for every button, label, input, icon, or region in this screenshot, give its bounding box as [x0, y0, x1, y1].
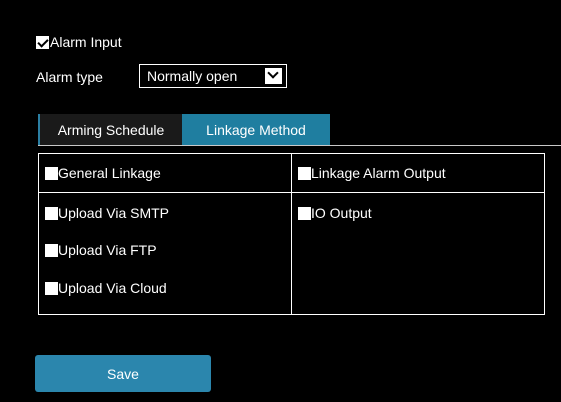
general-linkage-label: General Linkage — [58, 165, 161, 181]
checkbox-icon[interactable] — [298, 166, 311, 180]
general-linkage-checkbox[interactable]: General Linkage — [45, 165, 161, 181]
checkbox-icon[interactable] — [45, 206, 58, 220]
checkbox-icon[interactable] — [298, 206, 311, 220]
upload-smtp-checkbox[interactable]: Upload Via SMTP — [45, 205, 169, 221]
checkbox-icon[interactable] — [45, 243, 58, 257]
alarm-type-label: Alarm type — [36, 69, 103, 85]
upload-smtp-label: Upload Via SMTP — [58, 205, 170, 221]
tab-arming-schedule[interactable]: Arming Schedule — [38, 114, 182, 146]
linkage-alarm-output-checkbox[interactable]: Linkage Alarm Output — [298, 165, 446, 181]
upload-cloud-label: Upload Via Cloud — [58, 280, 167, 296]
tab-divider — [38, 145, 561, 146]
alarm-input-label: Alarm Input — [50, 34, 122, 50]
alarm-input-check-icon[interactable] — [36, 35, 49, 49]
io-output-checkbox[interactable]: IO Output — [298, 205, 372, 221]
chevron-down-icon[interactable] — [265, 68, 282, 84]
io-output-label: IO Output — [311, 205, 372, 221]
alarm-input-checkbox[interactable]: Alarm Input — [36, 34, 122, 50]
row-divider — [39, 192, 544, 193]
linkage-alarm-output-label: Linkage Alarm Output — [311, 165, 446, 181]
tab-linkage-method[interactable]: Linkage Method — [182, 114, 330, 146]
alarm-type-select[interactable]: Normally open — [139, 64, 287, 88]
checkbox-icon[interactable] — [45, 166, 58, 180]
linkage-table: General Linkage Linkage Alarm Output Upl… — [38, 153, 545, 315]
checkbox-icon[interactable] — [45, 281, 58, 295]
column-divider — [291, 154, 292, 314]
save-button[interactable]: Save — [35, 355, 211, 392]
upload-cloud-checkbox[interactable]: Upload Via Cloud — [45, 280, 167, 296]
upload-ftp-label: Upload Via FTP — [58, 242, 157, 258]
upload-ftp-checkbox[interactable]: Upload Via FTP — [45, 242, 157, 258]
tab-bar: Arming Schedule Linkage Method — [38, 114, 330, 146]
alarm-type-value: Normally open — [147, 68, 238, 84]
